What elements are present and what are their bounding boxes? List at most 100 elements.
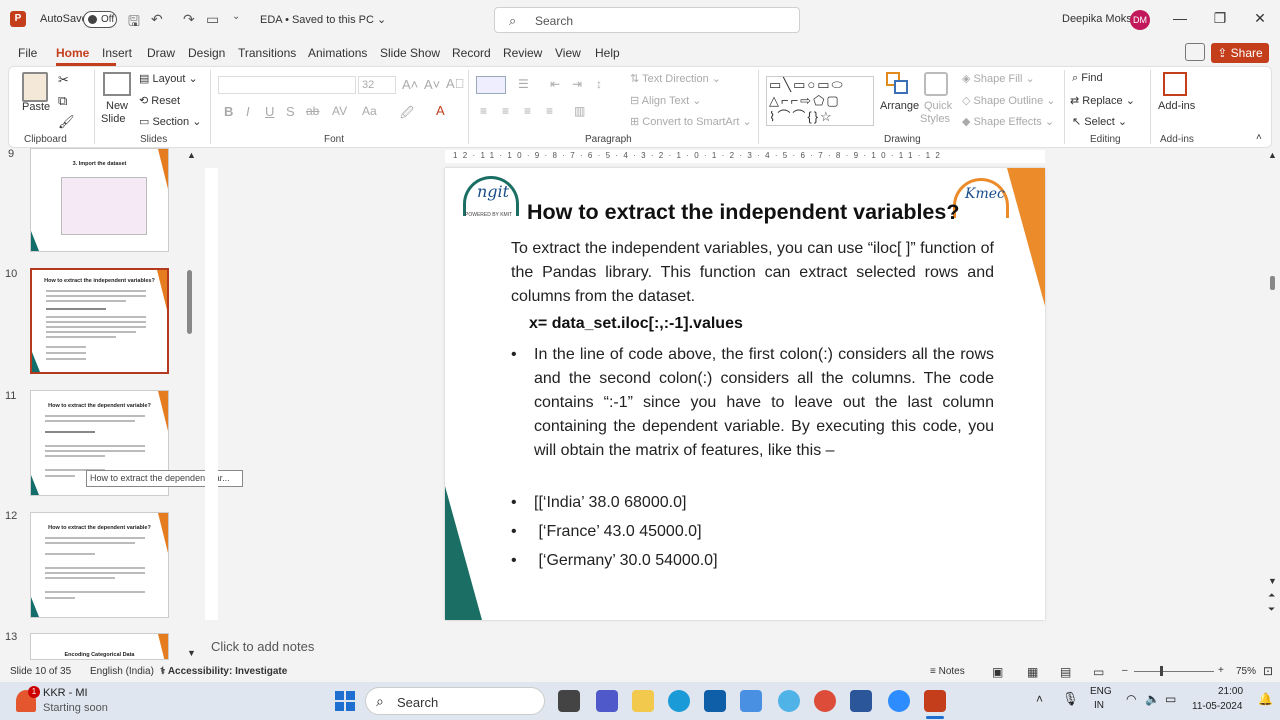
windows-start-icon[interactable] [335,691,355,711]
accessibility-checker[interactable]: ⚕ Accessibility: Investigate [160,666,287,677]
minimize-icon[interactable]: — [1170,10,1190,26]
add-ins-icon[interactable] [1163,72,1187,96]
increase-font-icon[interactable]: A˄ [402,77,418,92]
font-family-select[interactable] [218,76,356,94]
select-button[interactable]: ↖ Select ⌄ [1072,115,1127,128]
decrease-font-icon[interactable]: A˅ [424,77,440,92]
arrange-icon[interactable] [886,72,910,96]
clear-format-icon[interactable]: A⃠ [446,76,464,91]
scroll-up-icon[interactable]: ▲ [187,150,196,160]
share-button[interactable]: ⇪ Share [1211,43,1269,63]
widget-subtitle[interactable]: Starting soon [43,702,108,714]
language-indicator[interactable]: English (India) [90,666,154,677]
slide-show-icon[interactable]: ▭ [1093,665,1104,679]
zoom-slider-thumb[interactable] [1160,666,1163,676]
decrease-indent-icon[interactable]: ⇤ [550,77,560,91]
notes-pane[interactable]: Click to add notes [211,639,314,654]
shape-fill-button[interactable]: ◈ Shape Fill ⌄ [962,72,1035,85]
notes-toggle[interactable]: ≡ Notes [930,666,965,677]
word-icon[interactable] [850,690,872,712]
app-icon[interactable] [740,690,762,712]
numbering-icon[interactable]: ☰ [518,77,529,91]
tab-animations[interactable]: Animations [308,46,367,60]
paste-icon[interactable] [22,72,48,102]
scroll-up-icon[interactable]: ▲ [1268,150,1277,160]
font-size-select[interactable]: 32 [358,76,396,94]
align-right-icon[interactable]: ≡ [524,104,531,118]
file-explorer-icon[interactable] [632,690,654,712]
language-in[interactable]: IN [1094,700,1104,711]
spacing-icon[interactable]: AV [332,104,347,118]
collapse-ribbon-icon[interactable]: ˄ [1256,132,1262,143]
align-center-icon[interactable]: ≡ [502,104,509,118]
scroll-down-icon[interactable]: ▼ [187,648,196,658]
clock-time[interactable]: 21:00 [1218,686,1243,697]
tab-home[interactable]: Home [56,46,89,60]
intro-paragraph[interactable]: To extract the independent variables, yo… [511,237,994,309]
comments-button[interactable] [1185,43,1205,61]
add-ins-button[interactable]: Add-ins [1158,100,1195,112]
align-left-icon[interactable]: ≡ [480,104,487,118]
powerpoint-taskbar-icon[interactable] [924,690,946,712]
code-line[interactable]: x= data_set.iloc[:,:-1].values [529,315,743,333]
new-slide-label-1[interactable]: New [106,100,128,112]
customize-qat-icon[interactable]: ⌄ [232,11,240,22]
zoom-level[interactable]: 75% [1236,666,1256,677]
maximize-icon[interactable]: ❐ [1210,10,1230,27]
edge-icon[interactable] [668,690,690,712]
slide-thumbnail-10[interactable]: How to extract the independent variables… [30,268,169,374]
shadow-icon[interactable]: S [286,104,295,119]
bullets-icon[interactable] [476,76,506,94]
layout-button[interactable]: ▤ Layout ⌄ [139,72,198,85]
increase-indent-icon[interactable]: ⇥ [572,77,582,91]
tab-draw[interactable]: Draw [147,46,175,60]
zoom-slider[interactable] [1134,671,1214,672]
slide-sorter-icon[interactable]: ▦ [1027,665,1038,679]
tab-transitions[interactable]: Transitions [238,46,296,60]
quick-styles-icon[interactable] [924,72,948,96]
battery-icon[interactable]: ▭ [1165,692,1176,706]
new-slide-icon[interactable] [103,72,131,96]
shapes-gallery[interactable]: ▭╲▭○▭⬭ △⌐⌐⇨⬠▢ ⌇⌒⌒{}☆ [766,76,874,126]
slide-scrollbar[interactable] [1270,276,1275,290]
teams-icon[interactable] [596,690,618,712]
format-painter-icon[interactable]: 🖌 [58,114,75,130]
fit-slide-icon[interactable]: ⊡ [1263,664,1273,678]
app-icon[interactable] [778,690,800,712]
autosave-toggle[interactable]: Off [83,11,117,28]
find-button[interactable]: ⌕ Find [1072,72,1103,85]
notifications-icon[interactable]: 🔔 [1258,692,1273,706]
slide-thumbnail-12[interactable]: How to extract the dependent variable? [30,512,169,618]
copy-icon[interactable]: ⧉ [58,93,67,109]
tab-design[interactable]: Design [188,46,225,60]
user-name[interactable]: Deepika Moksh [1062,13,1138,25]
bold-icon[interactable]: B [224,104,233,119]
clock-date[interactable]: 11-05-2024 [1192,701,1242,712]
shape-outline-button[interactable]: ◇ Shape Outline ⌄ [962,94,1056,107]
language-eng[interactable]: ENG [1090,686,1112,697]
search-input[interactable]: ⌕ Search [494,7,800,33]
reading-view-icon[interactable]: ▤ [1060,665,1071,679]
tab-record[interactable]: Record [452,46,491,60]
tab-file[interactable]: File [18,46,37,60]
taskbar-search-input[interactable]: ⌕ Search [365,687,545,715]
slide-thumbnail-13[interactable]: Encoding Categorical Data [30,633,169,660]
section-button[interactable]: ▭ Section ⌄ [139,115,201,128]
avatar[interactable]: DM [1130,10,1150,30]
columns-icon[interactable]: ▥ [574,104,585,118]
align-text-button[interactable]: ⊟ Align Text ⌄ [630,94,701,107]
zoom-icon[interactable] [888,690,910,712]
text-direction-button[interactable]: ⇅ Text Direction ⌄ [630,72,721,85]
save-icon[interactable]: 🖫 [128,11,140,35]
strikethrough-icon[interactable]: ab [306,104,319,118]
convert-smartart-button[interactable]: ⊞ Convert to SmartArt ⌄ [630,115,752,128]
zoom-in-icon[interactable]: + [1218,665,1224,676]
task-view-icon[interactable] [558,690,580,712]
next-slide-icon[interactable]: ⏷ [1268,604,1275,615]
close-icon[interactable]: ✕ [1250,10,1270,27]
highlight-icon[interactable]: 🖉 [400,104,414,126]
widget-title[interactable]: KKR - MI [43,687,88,699]
previous-slide-icon[interactable]: ⏶ [1268,590,1275,601]
arrange-button[interactable]: Arrange [880,100,919,112]
store-icon[interactable] [704,690,726,712]
